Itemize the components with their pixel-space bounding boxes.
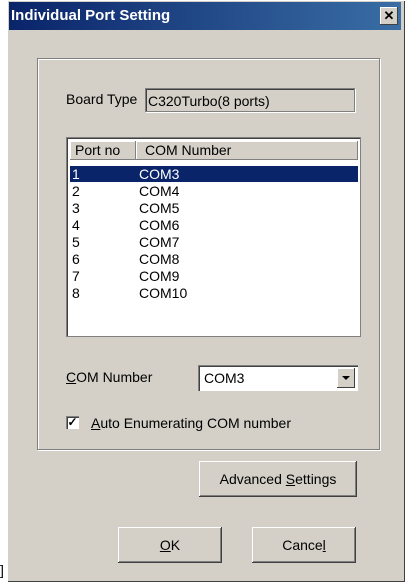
port-list[interactable]: Port no COM Number 1 COM3 2 COM4 3 COM5 … xyxy=(66,137,361,337)
port-no-cell: 7 xyxy=(72,268,80,284)
com-number-cell: COM10 xyxy=(139,285,188,301)
com-number-dropdown[interactable]: COM3 xyxy=(198,365,358,391)
port-no-cell: 6 xyxy=(72,251,80,267)
com-number-cell: COM5 xyxy=(139,200,180,216)
board-type-field: C320Turbo(8 ports) xyxy=(145,88,355,112)
com-number-cell: COM9 xyxy=(139,268,180,284)
list-item[interactable]: 1 COM3 xyxy=(70,166,358,182)
port-no-cell: 3 xyxy=(72,200,80,216)
com-number-dropdown-value: COM3 xyxy=(204,370,245,386)
port-no-cell: 8 xyxy=(72,285,80,301)
column-header-com-number[interactable]: COM Number xyxy=(136,141,358,160)
list-item[interactable]: 8 COM10 xyxy=(70,285,358,301)
column-header-port-no[interactable]: Port no xyxy=(70,141,136,160)
advanced-settings-button[interactable]: Advanced Settings xyxy=(199,461,357,497)
list-item[interactable]: 5 COM7 xyxy=(70,234,358,250)
com-number-cell: COM4 xyxy=(139,183,180,199)
stray-bracket: ] xyxy=(0,562,4,578)
checkmark-icon: ✓ xyxy=(67,415,78,429)
auto-enumerate-checkbox[interactable]: ✓ xyxy=(66,416,79,429)
chevron-down-icon[interactable] xyxy=(337,368,355,388)
list-item[interactable]: 4 COM6 xyxy=(70,217,358,233)
com-number-cell: COM3 xyxy=(139,166,180,182)
port-no-cell: 4 xyxy=(72,217,80,233)
com-number-label: COM Number xyxy=(66,369,153,385)
list-item[interactable]: 7 COM9 xyxy=(70,268,358,284)
com-number-cell: COM7 xyxy=(139,234,180,250)
ok-button[interactable]: OK xyxy=(118,527,222,563)
cancel-button[interactable]: Cancel xyxy=(252,527,356,563)
close-icon: ✕ xyxy=(383,8,395,23)
list-item[interactable]: 2 COM4 xyxy=(70,183,358,199)
list-item[interactable]: 3 COM5 xyxy=(70,200,358,216)
title-bar[interactable]: Individual Port Setting ✕ xyxy=(9,2,401,30)
port-no-cell: 5 xyxy=(72,234,80,250)
com-number-cell: COM8 xyxy=(139,251,180,267)
close-button[interactable]: ✕ xyxy=(380,7,398,25)
port-no-cell: 1 xyxy=(72,166,80,182)
list-item[interactable]: 6 COM8 xyxy=(70,251,358,267)
port-no-cell: 2 xyxy=(72,183,80,199)
window-title: Individual Port Setting xyxy=(11,7,171,24)
board-type-label: Board Type xyxy=(66,91,138,107)
com-number-cell: COM6 xyxy=(139,217,180,233)
auto-enumerate-label[interactable]: Auto Enumerating COM number xyxy=(91,415,291,431)
